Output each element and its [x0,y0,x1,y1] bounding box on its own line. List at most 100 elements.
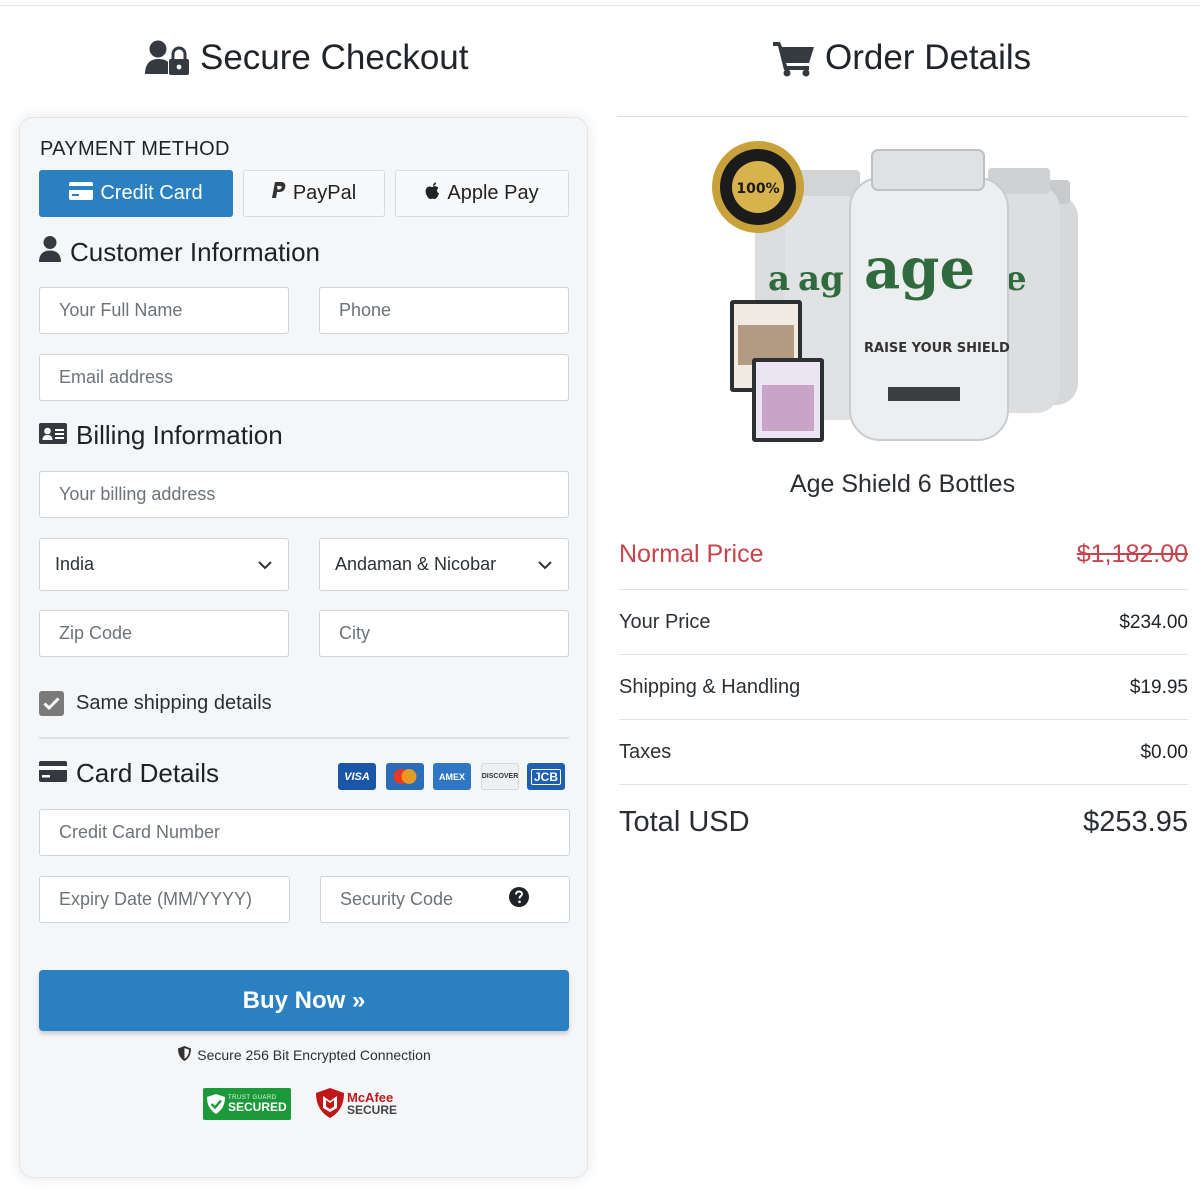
state-select[interactable]: Andaman & Nicobar [319,538,569,591]
bottle-main: age RAISE YOUR SHIELD [849,149,1010,441]
chevron-down-icon [538,554,552,575]
row-divider [619,654,1188,655]
svg-text:ag: ag [798,259,844,299]
tab-apple-pay[interactable]: Apple Pay [395,170,569,217]
full-name-field[interactable]: Your Full Name [39,287,289,334]
payment-method-label: PAYMENT METHOD [40,138,230,160]
tab-credit-card-label: Credit Card [100,182,203,204]
shipping-row: Shipping & Handling $19.95 [619,676,1188,699]
amex-logo: AMEX [433,763,471,790]
top-divider [0,5,1200,6]
checkout-title-text: Secure Checkout [200,38,469,77]
order-divider [617,116,1188,117]
taxes-label: Taxes [619,741,672,763]
normal-price-row: Normal Price $1,182.00 [619,540,1188,569]
phone-placeholder: Phone [339,300,392,320]
tab-paypal[interactable]: PayPal [243,170,385,217]
billing-address-placeholder: Your billing address [59,484,216,504]
email-placeholder: Email address [59,367,174,387]
city-field[interactable]: City [319,610,569,657]
shipping-label: Shipping & Handling [619,676,801,698]
trust-guard-badge: TRUST GUARD SECURED [203,1088,291,1120]
expiry-field[interactable]: Expiry Date (MM/YYYY) [39,876,290,923]
normal-price-value: $1,182.00 [1076,540,1188,568]
mcafee-top: McAfee [347,1089,394,1105]
security-code-field[interactable]: Security Code [320,876,570,923]
billing-address-field[interactable]: Your billing address [39,471,569,518]
your-price-label: Your Price [619,611,711,633]
security-code-placeholder: Security Code [340,889,454,909]
taxes-value: $0.00 [1140,741,1188,763]
card-section-title: Card Details [76,758,220,788]
same-shipping-row: Same shipping details [39,691,272,716]
same-shipping-label: Same shipping details [76,692,272,714]
phone-field[interactable]: Phone [319,287,569,334]
apple-icon [425,181,440,206]
expiry-placeholder: Expiry Date (MM/YYYY) [59,889,253,909]
city-placeholder: City [339,623,370,643]
svg-text:a: a [768,259,790,299]
section-divider [39,737,569,739]
tab-paypal-label: PayPal [292,182,357,204]
paypal-icon [271,181,286,206]
row-divider [619,589,1188,590]
your-price-value: $234.00 [1119,611,1188,633]
checkout-title: Secure Checkout [145,36,468,80]
question-circle-icon[interactable] [509,887,529,912]
card-number-field[interactable]: Credit Card Number [39,809,570,856]
shopping-cart-icon [773,39,815,77]
zip-placeholder: Zip Code [59,623,133,643]
taxes-row: Taxes $0.00 [619,741,1188,764]
billing-section-title: Billing Information [76,420,283,450]
country-value: India [55,554,95,574]
mcafee-shield-icon [316,1088,344,1118]
same-shipping-checkbox[interactable] [39,691,64,716]
shield-icon [178,1046,192,1064]
country-select[interactable]: India [39,538,289,591]
buy-now-label: Buy Now » [242,986,366,1014]
checkmark-icon [43,697,60,710]
total-row: Total USD $253.95 [619,806,1188,839]
buy-now-button[interactable]: Buy Now » [39,970,569,1031]
user-icon [39,236,61,269]
customer-section-title: Customer Information [70,237,320,267]
customer-section-heading: Customer Information [39,236,320,269]
zip-field[interactable]: Zip Code [39,610,289,657]
email-field[interactable]: Email address [39,354,569,401]
guarantee-seal: 100% [712,141,804,233]
tab-credit-card[interactable]: Credit Card [39,170,233,217]
mastercard-circles-icon [393,769,417,784]
normal-price-label: Normal Price [619,540,764,568]
jcb-logo: JCB [527,763,565,790]
secure-note-text: Secure 256 Bit Encrypted Connection [197,1047,431,1063]
total-value: $253.95 [1083,806,1188,838]
trust-guard-main: SECURED [228,1100,287,1114]
card-number-placeholder: Credit Card Number [59,822,221,842]
svg-text:100%: 100% [736,181,779,197]
state-value: Andaman & Nicobar [335,554,497,574]
discover-logo: DISCOVER [481,763,519,790]
row-divider [619,719,1188,720]
order-title: Order Details [773,36,1031,80]
row-divider [619,784,1188,785]
shield-check-icon [207,1094,225,1114]
credit-card-icon [39,758,67,789]
credit-card-icon [69,181,94,206]
mcafee-badge: McAfee SECURE [316,1085,404,1121]
address-card-icon [39,420,67,451]
visa-logo: VISA [338,763,376,790]
chevron-down-icon [258,554,272,575]
shipping-value: $19.95 [1129,676,1188,698]
billing-section-heading: Billing Information [39,420,283,451]
card-section-heading: Card Details [39,758,219,789]
full-name-placeholder: Your Full Name [59,300,183,320]
checkout-card: PAYMENT METHOD Credit Card PayPal Apple … [19,117,588,1178]
svg-text:RAISE YOUR SHIELD: RAISE YOUR SHIELD [864,341,1010,356]
svg-text:age: age [864,236,975,302]
user-lock-icon [145,40,190,76]
mcafee-bottom: SECURE [347,1102,398,1117]
product-name: Age Shield 6 Bottles [789,470,1016,498]
total-label: Total USD [619,806,750,838]
order-title-text: Order Details [825,38,1032,77]
secure-connection-note: Secure 256 Bit Encrypted Connection [20,1046,589,1064]
